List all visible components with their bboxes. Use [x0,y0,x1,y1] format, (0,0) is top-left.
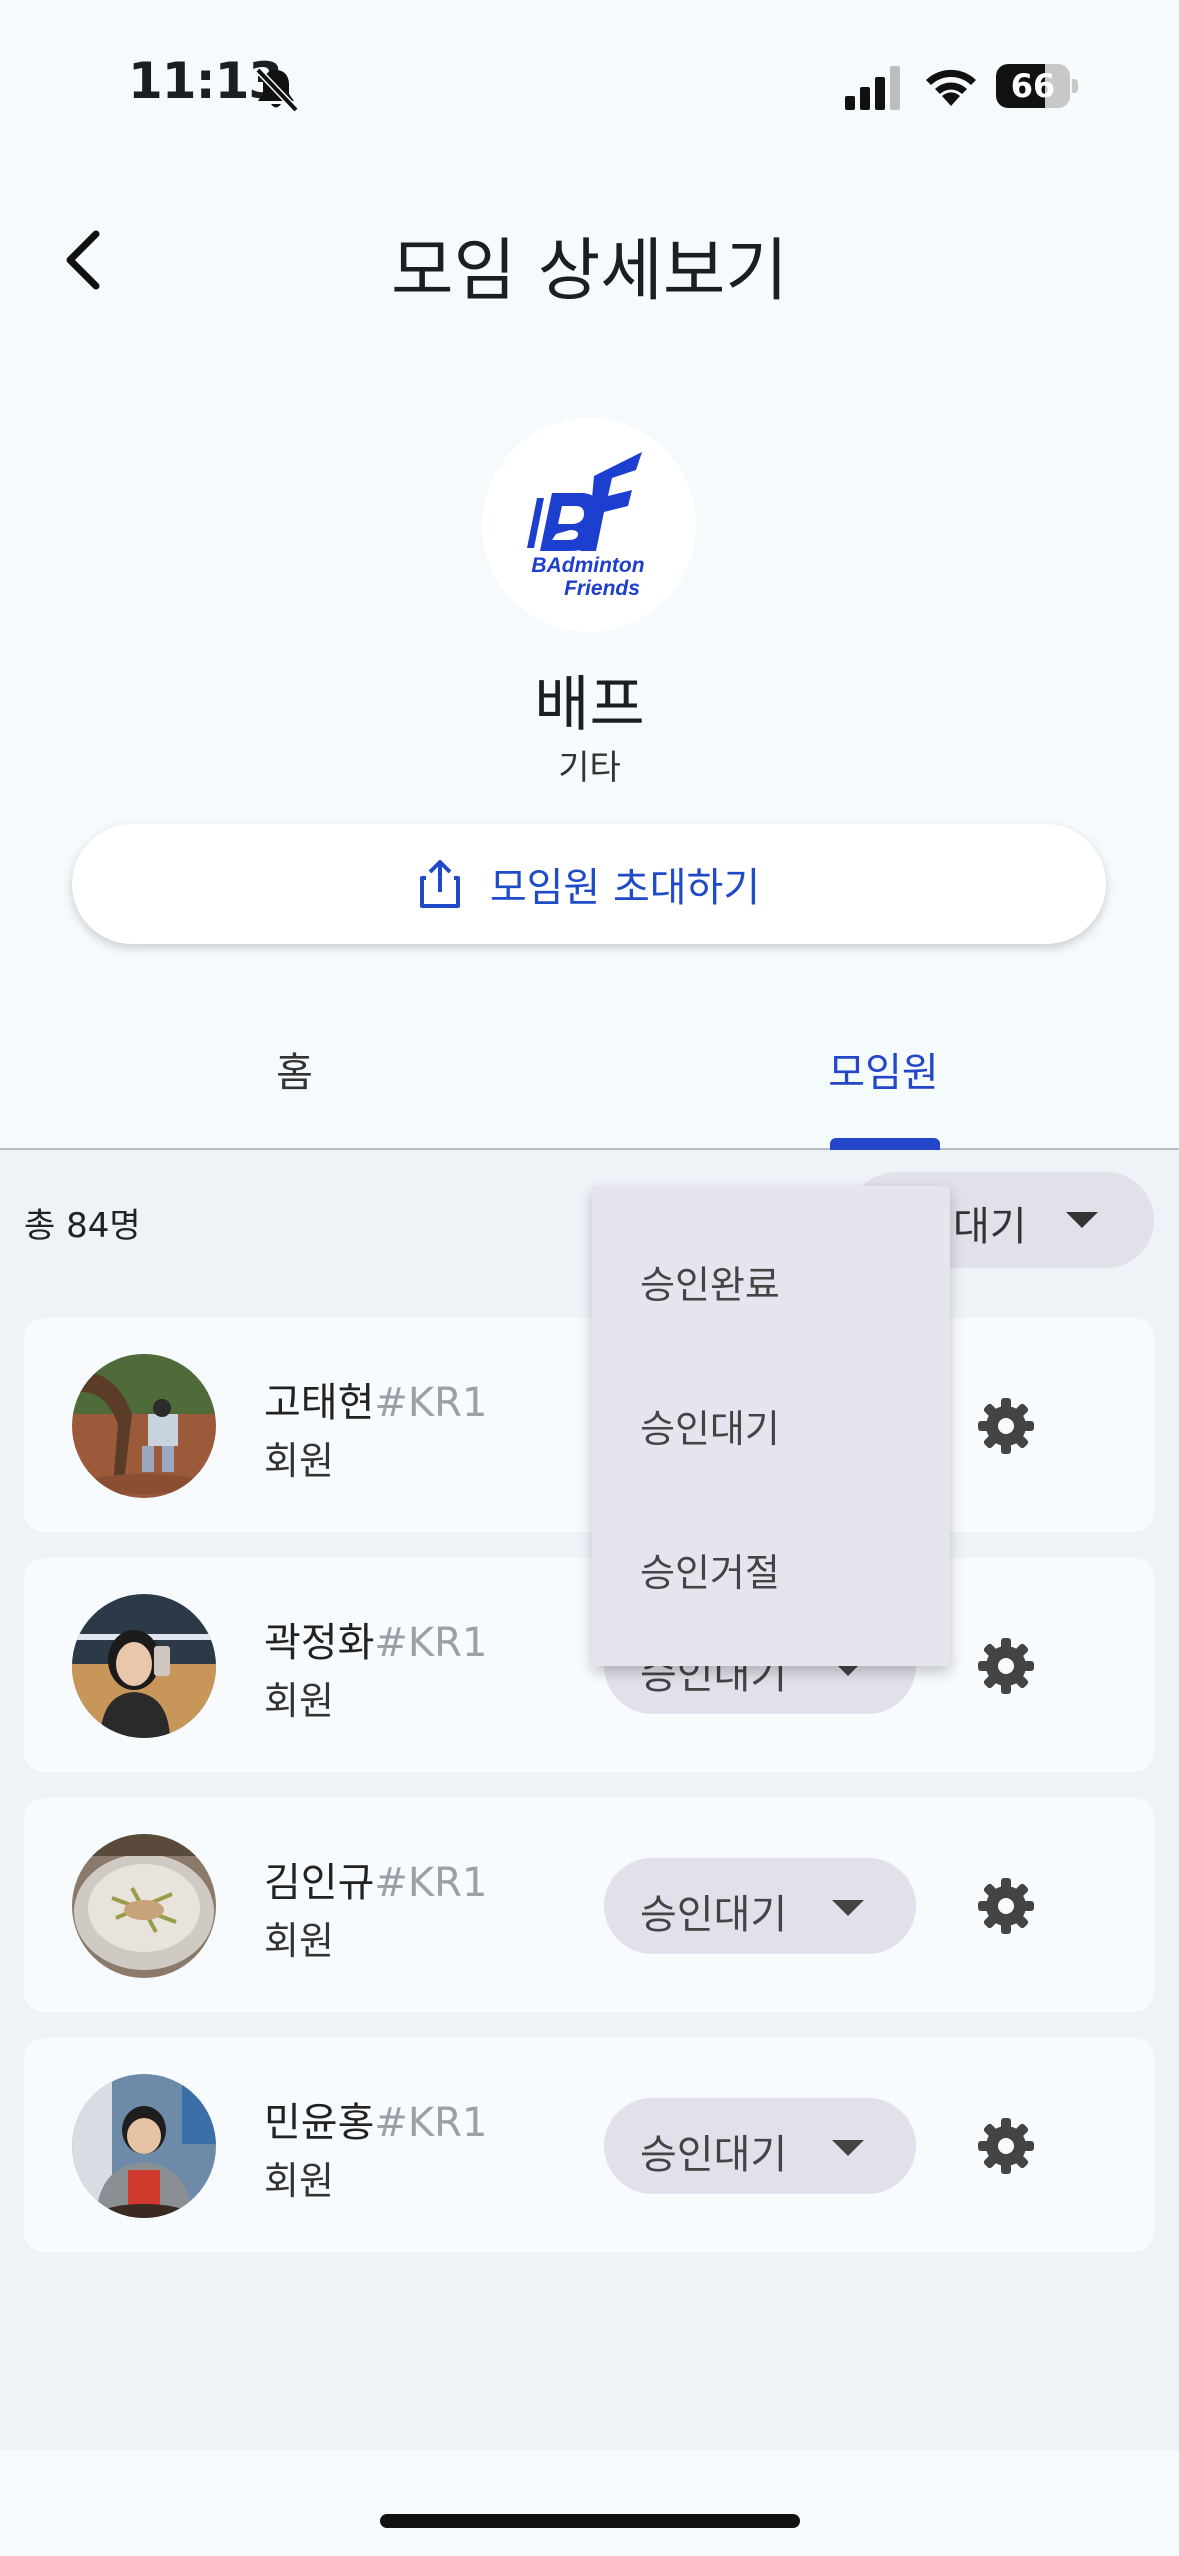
cellular-signal-icon [845,66,900,110]
member-name: 곽정화#KR1 [264,1620,488,1666]
avatar [72,1354,216,1498]
menu-item-pending[interactable]: 승인대기 [640,1398,780,1453]
svg-text:BAdminton: BAdminton [531,554,644,577]
member-name: 민윤홍#KR1 [264,2100,488,2146]
member-name: 고태현#KR1 [264,1380,488,1426]
member-name: 김인규#KR1 [264,1860,488,1906]
invite-label: 모임원 초대하기 [489,865,761,911]
avatar [72,1834,216,1978]
approval-status-label: 승인대기 [640,1892,788,1938]
wifi-icon [926,69,976,106]
home-indicator[interactable] [380,2514,800,2528]
gear-icon[interactable] [976,1636,1036,1696]
member-count: 총 84명 [24,1206,141,1246]
menu-item-rejected[interactable]: 승인거절 [640,1542,780,1597]
member-role: 회원 [264,1919,334,1963]
approval-status-dropdown[interactable]: 승인대기 [604,2098,916,2194]
group-logo: BAdminton Friends [482,418,696,632]
avatar [72,1594,216,1738]
member-role: 회원 [264,2159,334,2203]
filter-value: 대기 [953,1204,1027,1250]
menu-item-approved[interactable]: 승인완료 [640,1254,780,1309]
gear-icon[interactable] [976,2116,1036,2176]
approval-status-label: 승인대기 [640,2132,788,2178]
member-role: 회원 [264,1439,334,1483]
member-card[interactable]: 곽정화#KR1 회원 승인대기 [24,1558,1154,1772]
tab-indicator [830,1138,940,1150]
battery-level: 66 [1010,67,1056,105]
invite-members-button[interactable]: 모임원 초대하기 [72,824,1106,944]
battery-icon: 66 [996,64,1078,108]
avatar [72,2074,216,2218]
gear-icon[interactable] [976,1876,1036,1936]
group-name: 배프 [534,670,645,740]
member-card[interactable]: 김인규#KR1 회원 승인대기 [24,1798,1154,2012]
share-icon [419,860,460,908]
member-role: 회원 [264,1679,334,1723]
caret-down-icon [832,2140,864,2156]
gear-icon[interactable] [976,1396,1036,1456]
tab-home[interactable]: 홈 [0,1040,589,1098]
page-title: 모임 상세보기 [391,232,788,311]
tab-members[interactable]: 모임원 [589,1040,1178,1098]
caret-down-icon [1066,1212,1098,1228]
approval-status-dropdown[interactable]: 승인대기 [604,1858,916,1954]
member-card[interactable]: 고태현#KR1 회원 [24,1318,1154,1532]
member-card[interactable]: 민윤홍#KR1 회원 승인대기 [24,2038,1154,2252]
svg-text:Friends: Friends [564,577,640,600]
bell-slash-icon [255,67,299,113]
caret-down-icon [832,1900,864,1916]
group-category: 기타 [558,748,621,788]
status-filter-menu: 승인완료 승인대기 승인거절 [592,1186,950,1666]
